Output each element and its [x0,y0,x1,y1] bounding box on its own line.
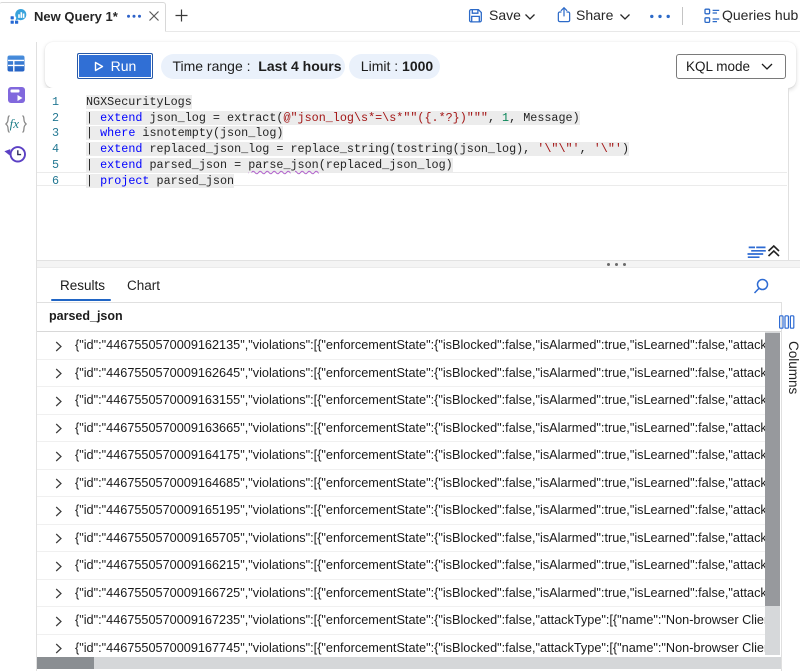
svg-text:fx: fx [10,116,20,131]
